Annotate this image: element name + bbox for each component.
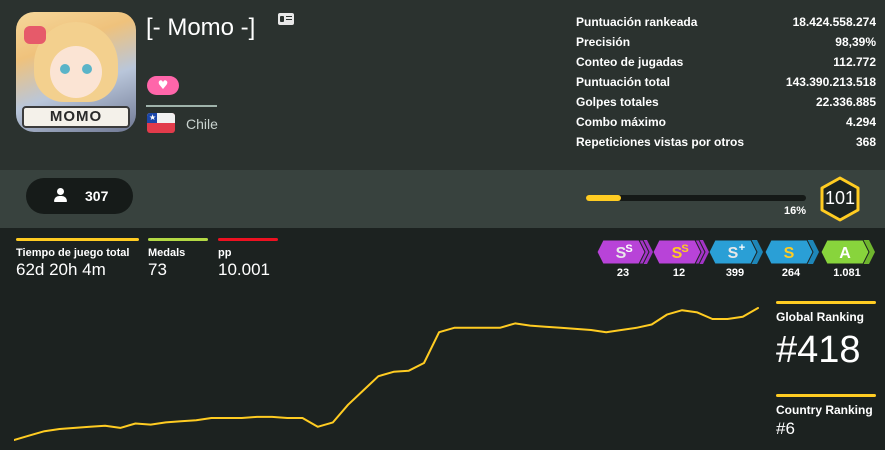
heart-icon: ♥ — [157, 78, 169, 92]
global-ranking: Global Ranking #418 — [776, 301, 876, 372]
stat-row: Repeticiones vistas por otros 368 — [576, 135, 876, 149]
divider — [146, 105, 217, 107]
level-progress-fill — [586, 195, 622, 201]
svg-text:S: S — [784, 245, 795, 262]
grade-s-icon: S — [765, 239, 819, 265]
level-number: 101 — [824, 188, 856, 208]
supporter-badge[interactable]: ♥ — [147, 76, 179, 95]
svg-text:S: S — [728, 245, 739, 262]
avatar-bow — [24, 26, 46, 44]
grade-s-count: 264 — [781, 267, 801, 279]
grade-s-silver-count: 399 — [725, 267, 745, 279]
svg-text:A: A — [839, 245, 851, 262]
grade-a-icon: A — [821, 239, 875, 265]
avatar-face — [50, 46, 102, 98]
stats-table: Puntuación rankeada 18.424.558.274 Precis… — [576, 12, 876, 152]
grade-a-count: 1.081 — [833, 267, 861, 279]
followers-count: 307 — [85, 188, 109, 204]
grade-ss-silver-icon: S S — [597, 239, 653, 265]
followers-button[interactable]: 307 — [26, 178, 133, 214]
grade-ss-count: 12 — [672, 267, 686, 279]
avatar-nameplate: MOMO — [22, 106, 130, 128]
grade-ss-icon: S S — [653, 239, 709, 265]
username: [- Momo -] — [146, 14, 256, 41]
chile-flag-icon[interactable]: ★ — [147, 113, 175, 133]
pp-stat: pp 10.001 — [218, 238, 278, 280]
avatar-eye — [60, 64, 70, 74]
profile-card-icon[interactable] — [278, 13, 294, 25]
stat-row: Puntuación total 143.390.213.518 — [576, 75, 876, 89]
playtime-stat: Tiempo de juego total 62d 20h 4m — [16, 238, 139, 280]
stat-row: Conteo de jugadas 112.772 — [576, 55, 876, 69]
user-icon — [53, 188, 67, 203]
profile-header: MOMO [- Momo -] ♥ ★ Chile Puntuación ran… — [0, 0, 885, 170]
country-ranking: Country Ranking #6 — [776, 394, 876, 439]
rank-history-graph[interactable] — [14, 296, 770, 450]
level-progress-bar — [586, 195, 806, 201]
stat-row: Golpes totales 22.336.885 — [576, 95, 876, 109]
svg-text:S: S — [681, 243, 688, 255]
stat-row: Combo máximo 4.294 — [576, 115, 876, 129]
svg-text:+: + — [739, 242, 745, 254]
medals-stat: Medals 73 — [148, 238, 208, 280]
country-name[interactable]: Chile — [186, 116, 218, 132]
grade-ss-silver-count: 23 — [616, 267, 630, 279]
svg-text:S: S — [625, 243, 632, 255]
avatar-eye — [82, 64, 92, 74]
rank-history-line — [14, 307, 759, 441]
level-progress-label: 16% — [783, 205, 806, 217]
level-bar: 307 16% 101 — [0, 170, 885, 228]
avatar[interactable]: MOMO — [16, 12, 136, 132]
grade-s-silver-icon: S + — [709, 239, 763, 265]
stat-row: Precisión 98,39% — [576, 35, 876, 49]
stat-row: Puntuación rankeada 18.424.558.274 — [576, 15, 876, 29]
